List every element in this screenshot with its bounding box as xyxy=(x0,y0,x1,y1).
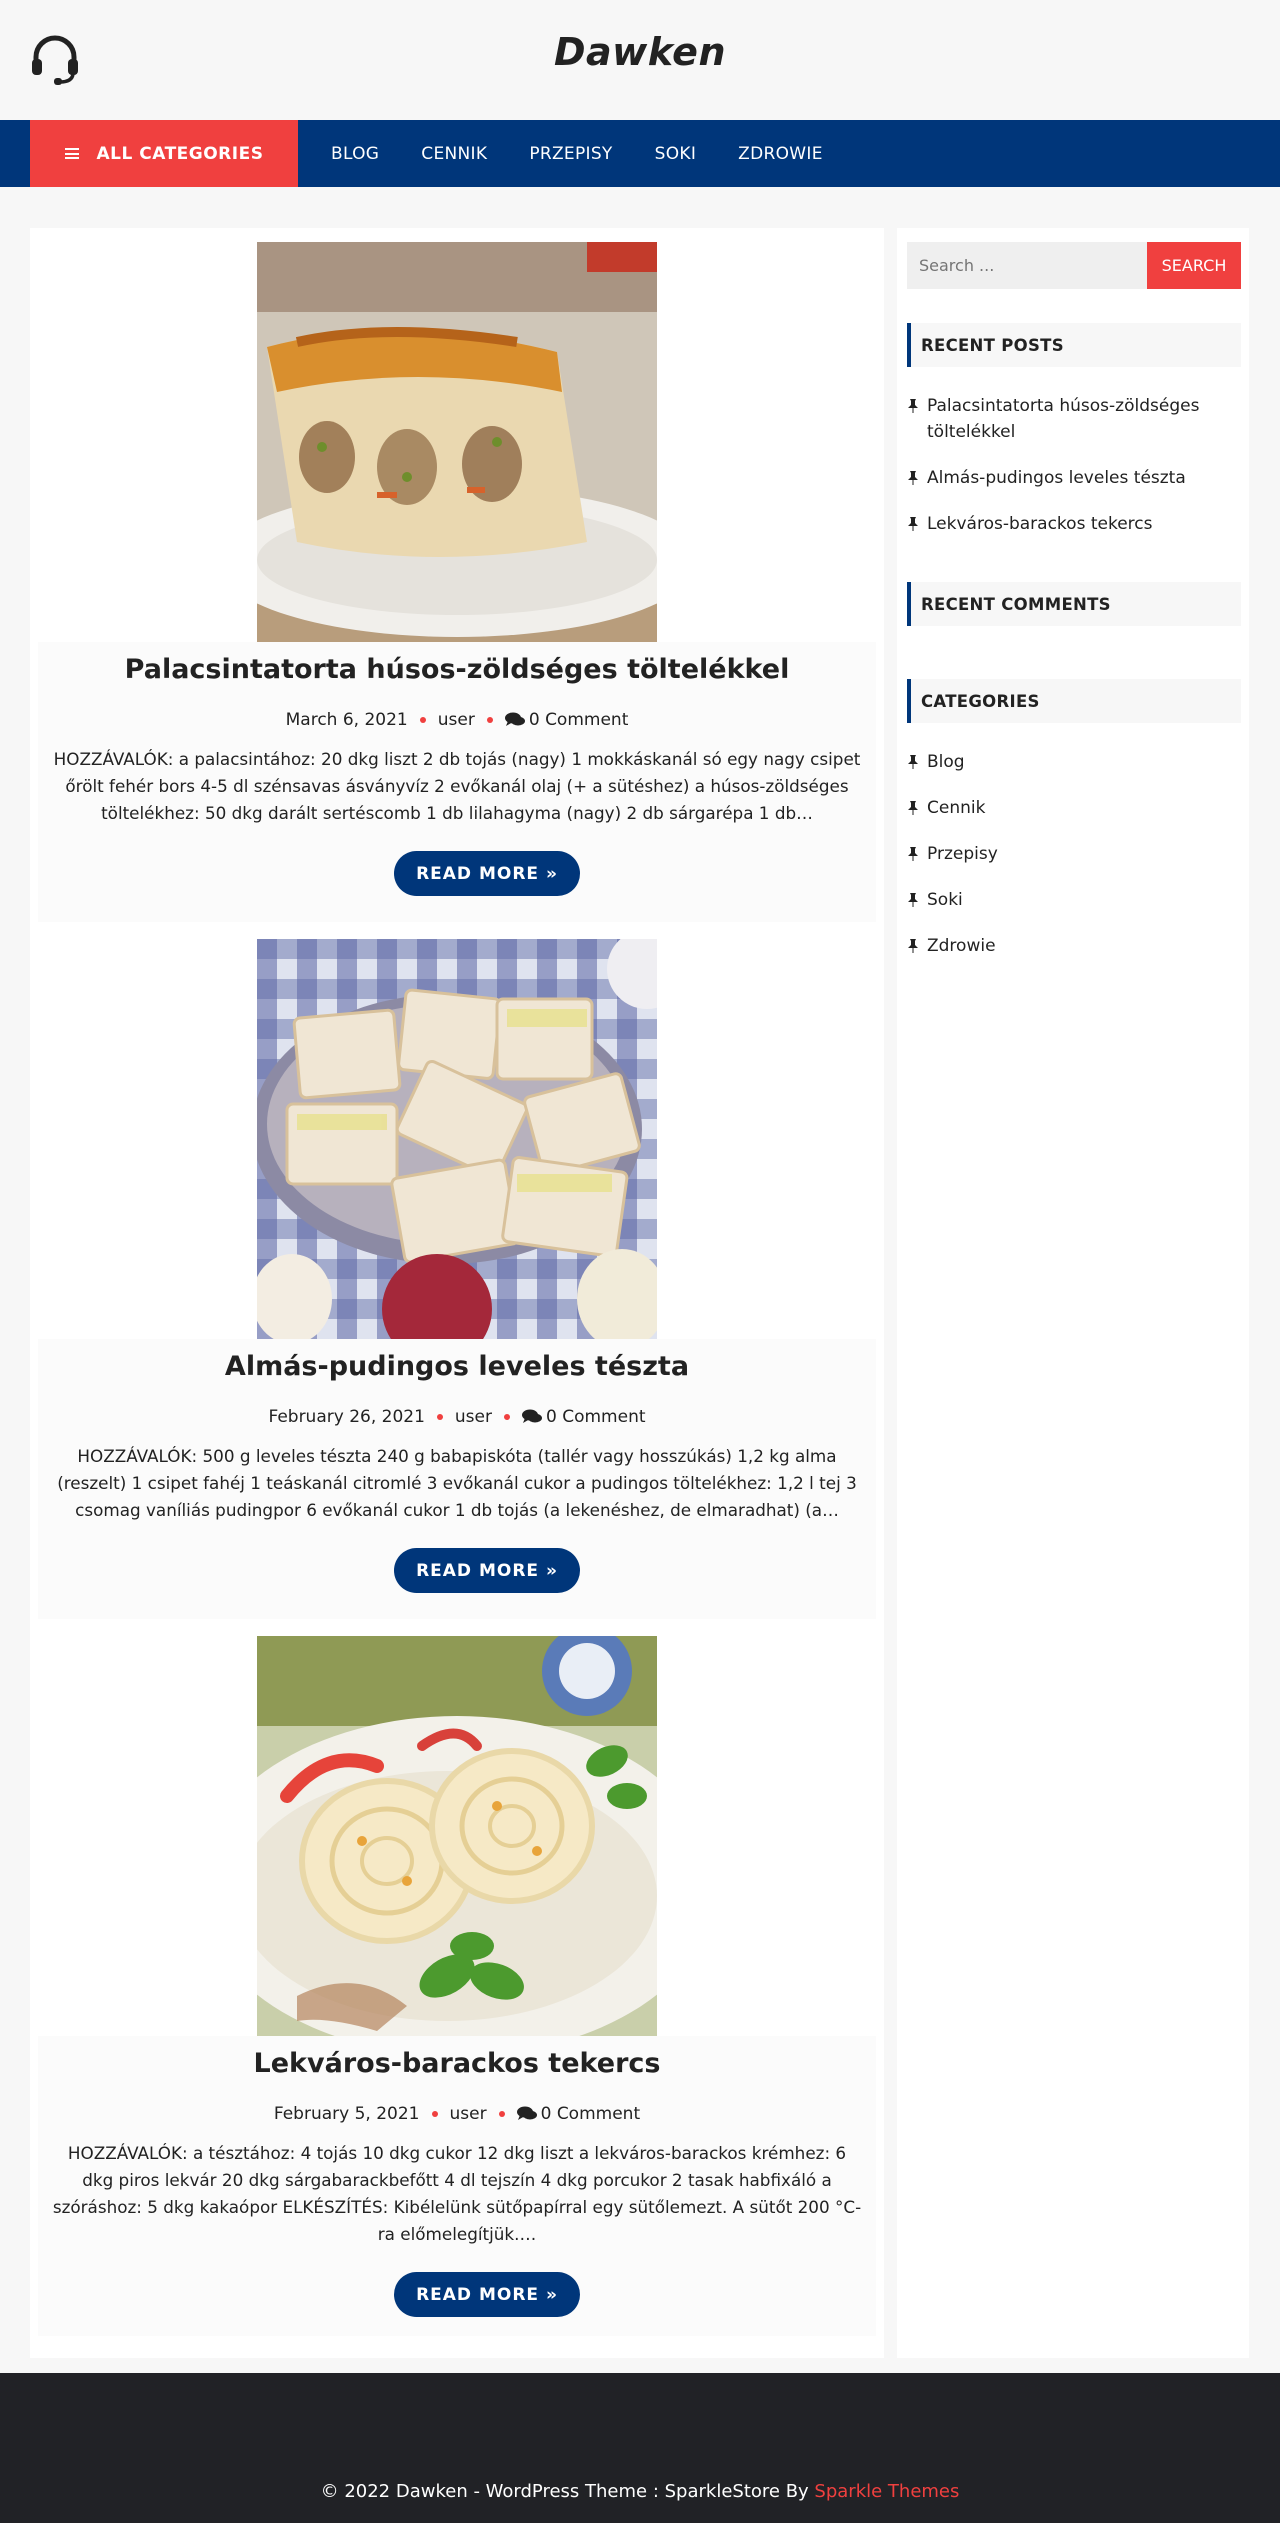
post-meta: February 5, 2021 user 0 Comment xyxy=(38,2104,876,2124)
footer-copyright: © 2022 Dawken - WordPress Theme : Sparkl… xyxy=(0,2481,1280,2502)
copyright-text: © 2022 Dawken - WordPress Theme : Sparkl… xyxy=(320,2481,815,2502)
post-thumbnail-pie[interactable] xyxy=(257,242,657,642)
post-comments[interactable]: 0 Comment xyxy=(541,2104,641,2124)
post-author[interactable]: user xyxy=(455,1407,492,1427)
post-excerpt: HOZZÁVALÓK: 500 g leveles tészta 240 g b… xyxy=(57,1446,857,1520)
post-date[interactable]: March 6, 2021 xyxy=(286,710,408,730)
read-more-button[interactable]: READ MORE » xyxy=(394,851,580,896)
category-link[interactable]: Przepisy xyxy=(927,844,998,864)
category-item[interactable]: Przepisy xyxy=(907,841,1241,867)
pin-icon xyxy=(908,399,918,413)
list-icon xyxy=(64,148,79,159)
separator-dot xyxy=(431,2111,438,2117)
post-date[interactable]: February 26, 2021 xyxy=(268,1407,424,1427)
search-form: SEARCH xyxy=(907,242,1241,289)
pin-icon xyxy=(908,847,918,861)
separator-dot xyxy=(419,717,426,723)
post-meta: March 6, 2021 user 0 Comment xyxy=(38,710,876,730)
pin-icon xyxy=(908,755,918,769)
site-footer: © 2022 Dawken - WordPress Theme : Sparkl… xyxy=(0,2373,1280,2523)
recent-post-item[interactable]: Palacsintatorta húsos-zöldséges töltelék… xyxy=(907,393,1241,445)
pin-icon xyxy=(908,893,918,907)
separator-dot xyxy=(498,2111,505,2117)
sparkle-themes-link[interactable]: Sparkle Themes xyxy=(814,2481,959,2502)
post-thumbnail-roll-cake[interactable] xyxy=(257,1636,657,2036)
recent-post-item[interactable]: Almás-pudingos leveles tészta xyxy=(907,465,1241,491)
search-input[interactable] xyxy=(907,242,1147,289)
recent-posts-heading: RECENT POSTS xyxy=(907,323,1241,367)
recent-post-link[interactable]: Almás-pudingos leveles tészta xyxy=(927,468,1186,488)
main-navigation: ALL CATEGORIES BLOG CENNIK PRZEPISY SOKI… xyxy=(0,120,1280,187)
category-link[interactable]: Cennik xyxy=(927,798,985,818)
pin-icon xyxy=(908,517,918,531)
separator-dot xyxy=(436,1414,443,1420)
category-item[interactable]: Cennik xyxy=(907,795,1241,821)
category-link[interactable]: Soki xyxy=(927,890,963,910)
post-list: Palacsintatorta húsos-zöldséges töltelék… xyxy=(30,228,884,2358)
post-body: Lekváros-barackos tekercs February 5, 20… xyxy=(38,2036,876,2336)
post-author[interactable]: user xyxy=(450,2104,487,2124)
recent-posts-list: Palacsintatorta húsos-zöldséges töltelék… xyxy=(907,393,1241,537)
categories-heading: CATEGORIES xyxy=(907,679,1241,723)
comments-icon xyxy=(522,1409,542,1423)
pin-icon xyxy=(908,801,918,815)
post-excerpt: HOZZÁVALÓK: a tésztához: 4 tojás 10 dkg … xyxy=(52,2143,862,2244)
all-categories-button[interactable]: ALL CATEGORIES xyxy=(30,120,298,187)
recent-post-item[interactable]: Lekváros-barackos tekercs xyxy=(907,511,1241,537)
post-author[interactable]: user xyxy=(438,710,475,730)
separator-dot xyxy=(504,1414,510,1420)
category-item[interactable]: Soki xyxy=(907,887,1241,913)
post-body: Almás-pudingos leveles tészta February 2… xyxy=(38,1339,876,1619)
pin-icon xyxy=(908,939,918,953)
comments-icon xyxy=(504,712,525,726)
nav-menu: BLOG CENNIK PRZEPISY SOKI ZDROWIE xyxy=(310,120,844,187)
post-date[interactable]: February 5, 2021 xyxy=(274,2104,420,2124)
all-categories-label: ALL CATEGORIES xyxy=(96,143,264,164)
sidebar: SEARCH RECENT POSTS Palacsintatorta húso… xyxy=(897,228,1249,2358)
category-item[interactable]: Zdrowie xyxy=(907,933,1241,959)
post-title[interactable]: Palacsintatorta húsos-zöldséges töltelék… xyxy=(38,654,876,685)
post-title[interactable]: Lekváros-barackos tekercs xyxy=(38,2048,876,2079)
recent-post-link[interactable]: Palacsintatorta húsos-zöldséges töltelék… xyxy=(927,396,1199,442)
recent-post-link[interactable]: Lekváros-barackos tekercs xyxy=(927,514,1152,534)
post-body: Palacsintatorta húsos-zöldséges töltelék… xyxy=(38,642,876,922)
recent-comments-heading: RECENT COMMENTS xyxy=(907,582,1241,626)
read-more-button[interactable]: READ MORE » xyxy=(394,1548,580,1593)
site-title[interactable]: Dawken xyxy=(0,30,1280,74)
nav-item-soki[interactable]: SOKI xyxy=(634,144,718,164)
read-more-button[interactable]: READ MORE » xyxy=(394,2272,580,2317)
post-excerpt: HOZZÁVALÓK: a palacsintához: 20 dkg lisz… xyxy=(53,749,861,823)
pin-icon xyxy=(908,471,918,485)
category-link[interactable]: Blog xyxy=(927,752,965,772)
categories-list: Blog Cennik Przepisy Soki Zdrowie xyxy=(907,749,1241,959)
post-comments[interactable]: 0 Comment xyxy=(546,1407,646,1427)
search-button[interactable]: SEARCH xyxy=(1147,242,1241,289)
nav-item-przepisy[interactable]: PRZEPISY xyxy=(508,144,633,164)
nav-item-blog[interactable]: BLOG xyxy=(310,144,400,164)
category-item[interactable]: Blog xyxy=(907,749,1241,775)
category-link[interactable]: Zdrowie xyxy=(927,936,996,956)
post-comments[interactable]: 0 Comment xyxy=(529,710,629,730)
nav-item-zdrowie[interactable]: ZDROWIE xyxy=(717,144,844,164)
separator-dot xyxy=(486,717,493,723)
post-meta: February 26, 2021 user 0 Comment xyxy=(38,1407,876,1427)
post-title[interactable]: Almás-pudingos leveles tészta xyxy=(38,1351,876,1382)
comments-icon xyxy=(516,2106,537,2120)
post-thumbnail-apple-pastry[interactable] xyxy=(257,939,657,1339)
site-header: Dawken xyxy=(0,0,1280,120)
nav-item-cennik[interactable]: CENNIK xyxy=(400,144,508,164)
